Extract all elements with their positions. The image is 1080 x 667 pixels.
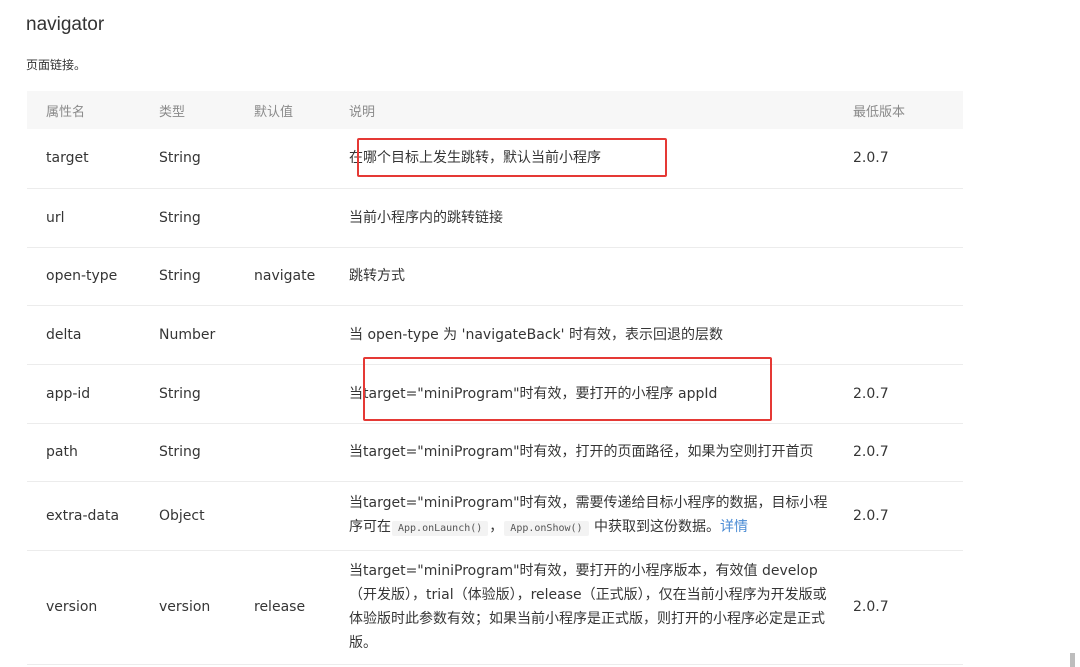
table-row: path String 当target="miniProgram"时有效，打开的… bbox=[27, 423, 963, 482]
attr-name: version bbox=[27, 550, 159, 665]
attr-name: delta bbox=[27, 305, 159, 365]
table-row: open-type String navigate 跳转方式 bbox=[27, 247, 963, 306]
attr-version bbox=[853, 305, 963, 365]
attr-type: String bbox=[159, 247, 254, 306]
attr-description: 当 open-type 为 'navigateBack' 时有效，表示回退的层数 bbox=[349, 305, 853, 365]
attr-description: 当前小程序内的跳转链接 bbox=[349, 188, 853, 248]
attribute-table: 属性名 类型 默认值 说明 最低版本 target String 在哪个目标上发… bbox=[27, 91, 963, 665]
column-header-default: 默认值 bbox=[254, 91, 349, 129]
table-row: target String 在哪个目标上发生跳转，默认当前小程序 2.0.7 bbox=[27, 129, 963, 189]
attr-default: release bbox=[254, 550, 349, 665]
attr-default bbox=[254, 305, 349, 365]
attr-type: Number bbox=[159, 305, 254, 365]
table-row: app-id String 当target="miniProgram"时有效，要… bbox=[27, 364, 963, 424]
scrollbar-thumb[interactable] bbox=[1070, 653, 1075, 667]
code-snippet: App.onLaunch() bbox=[392, 520, 489, 536]
attr-name: target bbox=[27, 129, 159, 189]
attr-default: navigate bbox=[254, 247, 349, 306]
attr-description: 当target="miniProgram"时有效，要打开的小程序 appId bbox=[349, 364, 853, 424]
attr-version: 2.0.7 bbox=[853, 364, 963, 424]
attr-version: 2.0.7 bbox=[853, 481, 963, 551]
attr-version bbox=[853, 247, 963, 306]
attr-default bbox=[254, 129, 349, 189]
attr-type: String bbox=[159, 188, 254, 248]
attr-description: 当target="miniProgram"时有效，要打开的小程序版本，有效值 d… bbox=[349, 550, 853, 665]
attr-default bbox=[254, 188, 349, 248]
description-text: 中获取到这份数据。 bbox=[594, 518, 720, 535]
attr-type: String bbox=[159, 423, 254, 482]
attr-version: 2.0.7 bbox=[853, 129, 963, 189]
attr-type: Object bbox=[159, 481, 254, 551]
column-header-description: 说明 bbox=[349, 91, 853, 129]
attr-name: url bbox=[27, 188, 159, 248]
attr-description: 当target="miniProgram"时有效，打开的页面路径，如果为空则打开… bbox=[349, 423, 853, 482]
attr-version: 2.0.7 bbox=[853, 423, 963, 482]
attr-default bbox=[254, 423, 349, 482]
table-row: extra-data Object 当target="miniProgram"时… bbox=[27, 481, 963, 551]
attr-type: String bbox=[159, 364, 254, 424]
attr-default bbox=[254, 481, 349, 551]
page-subtitle: 页面链接。 bbox=[26, 58, 87, 72]
attr-type: String bbox=[159, 129, 254, 189]
code-snippet: App.onShow() bbox=[504, 520, 589, 536]
attr-type: version bbox=[159, 550, 254, 665]
table-row: version version release 当target="miniPro… bbox=[27, 550, 963, 665]
attr-default bbox=[254, 364, 349, 424]
attr-version: 2.0.7 bbox=[853, 550, 963, 665]
details-link[interactable]: 详情 bbox=[720, 519, 748, 535]
attr-name: extra-data bbox=[27, 481, 159, 551]
attr-name: path bbox=[27, 423, 159, 482]
page-title: navigator bbox=[26, 14, 105, 35]
column-header-name: 属性名 bbox=[27, 91, 159, 129]
column-header-min-version: 最低版本 bbox=[853, 91, 963, 129]
attr-name: open-type bbox=[27, 247, 159, 306]
table-header-row: 属性名 类型 默认值 说明 最低版本 bbox=[27, 91, 963, 129]
attr-description: 跳转方式 bbox=[349, 247, 853, 306]
column-header-type: 类型 bbox=[159, 91, 254, 129]
table-row: delta Number 当 open-type 为 'navigateBack… bbox=[27, 305, 963, 365]
table-row: url String 当前小程序内的跳转链接 bbox=[27, 188, 963, 248]
separator: ， bbox=[489, 518, 504, 535]
attr-description: 当target="miniProgram"时有效，需要传递给目标小程序的数据，目… bbox=[349, 481, 853, 551]
attr-version bbox=[853, 188, 963, 248]
attr-description: 在哪个目标上发生跳转，默认当前小程序 bbox=[349, 129, 853, 189]
attr-name: app-id bbox=[27, 364, 159, 424]
